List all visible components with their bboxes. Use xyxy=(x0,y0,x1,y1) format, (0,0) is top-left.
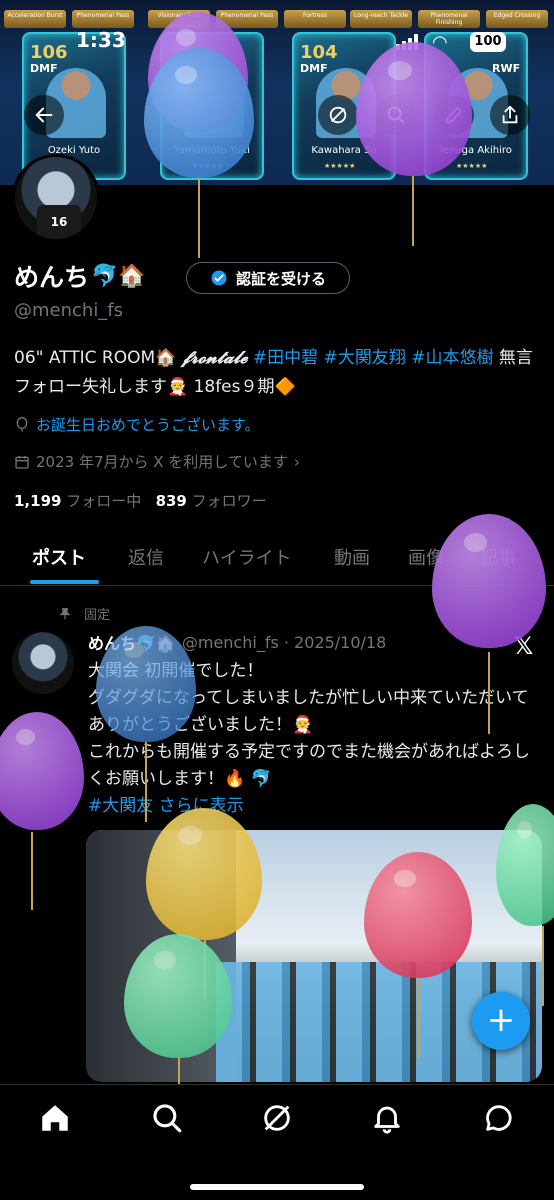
name-emoji: 🐬🏠 xyxy=(91,263,146,289)
pinned-label: 固定 xyxy=(58,604,110,623)
tab-highlights[interactable]: ハイライト xyxy=(202,544,292,570)
calendar-icon xyxy=(15,455,29,469)
balloon xyxy=(146,808,262,940)
card-player-name: Ozeki Yuto xyxy=(47,145,101,156)
balloon xyxy=(496,804,554,926)
messages-icon[interactable] xyxy=(482,1101,516,1135)
followers-count: 839 xyxy=(155,492,187,510)
search-icon[interactable] xyxy=(150,1101,184,1135)
grok-button[interactable] xyxy=(318,95,358,135)
pin-icon xyxy=(59,607,71,619)
balloon xyxy=(0,712,84,830)
balloon-string xyxy=(418,978,420,1058)
profile-bio: 06" ATTIC ROOM🏠 𝓯𝓻𝓸𝓷𝓽𝓪𝓵𝓮 #田中碧 #大関友翔 #山本悠… xyxy=(14,344,544,402)
chevron-right-icon: › xyxy=(293,452,300,471)
compose-button[interactable]: + xyxy=(472,992,530,1050)
bell-icon[interactable] xyxy=(370,1101,404,1135)
balloon-string xyxy=(31,832,33,910)
card-stars: ★★★★★ xyxy=(456,162,488,170)
active-tab-indicator xyxy=(30,580,99,584)
bottom-navigation xyxy=(0,1084,554,1200)
profile-handle: @menchi_fs xyxy=(14,300,124,321)
status-time: 1:33 xyxy=(76,28,126,52)
profile-avatar[interactable]: 16 xyxy=(12,154,100,242)
bio-hashtags[interactable]: #田中碧 #大関友翔 #山本悠樹 xyxy=(253,348,494,368)
post-handle-date: @menchi_fs · 2025/10/18 xyxy=(181,632,387,652)
plus-icon: + xyxy=(486,1000,516,1040)
card-position: DMF xyxy=(30,62,58,75)
back-arrow-icon xyxy=(35,107,53,123)
share-button[interactable] xyxy=(490,95,530,135)
tab-posts[interactable]: ポスト xyxy=(32,544,86,570)
status-bar: 1:33 ◠ 100 xyxy=(0,26,554,60)
avatar-shirt: 16 xyxy=(37,205,81,239)
tab-videos[interactable]: 動画 xyxy=(334,544,370,570)
follow-counts: 1,199 フォロー中 839 フォロワー xyxy=(14,490,267,511)
home-indicator xyxy=(190,1184,364,1190)
followers-link[interactable]: 839 フォロワー xyxy=(156,492,267,510)
balloon-string xyxy=(198,178,200,258)
pinned-text: 固定 xyxy=(84,608,111,623)
get-verified-button[interactable]: 認証を受ける xyxy=(186,262,350,294)
grok-icon[interactable] xyxy=(260,1101,294,1135)
following-count: 1,199 xyxy=(14,492,62,510)
followers-label: フォロワー xyxy=(191,492,267,510)
balloon-string xyxy=(145,742,147,822)
post-footer-line: #大関友 さらに表示 xyxy=(88,793,540,820)
card-position: DMF xyxy=(300,62,328,75)
verified-badge-icon xyxy=(211,270,227,286)
profile-location[interactable]: お誕生日おめでとうございます。 xyxy=(14,414,260,435)
display-name: めんち xyxy=(14,263,90,292)
following-link[interactable]: 1,199 フォロー中 xyxy=(14,492,141,510)
back-button[interactable] xyxy=(24,95,64,135)
get-verified-label: 認証を受ける xyxy=(235,269,326,288)
profile-name-row: めんち 🐬🏠 xyxy=(14,258,146,294)
card-stars: ★★★★★ xyxy=(324,162,356,170)
balloon-string xyxy=(542,926,544,1006)
share-icon xyxy=(502,105,518,124)
grok-icon xyxy=(329,106,347,124)
balloon-string xyxy=(412,176,414,246)
joined-text: 2023 年7月から X を利用しています xyxy=(36,453,288,471)
home-icon[interactable] xyxy=(38,1101,72,1135)
post-line: これからも開催する予定ですのでまた機会があればよろしくお願いします！🔥 🐬 xyxy=(88,742,530,789)
profile-joined-date[interactable]: 2023 年7月から X を利用しています › xyxy=(14,451,300,472)
balloon-icon xyxy=(16,416,28,432)
card-position: RWF xyxy=(492,62,521,75)
following-label: フォロー中 xyxy=(66,492,142,510)
post-hashtag[interactable]: #大関友 xyxy=(88,796,153,816)
bio-prefix: 06" ATTIC ROOM🏠 xyxy=(14,348,182,368)
bio-script-text: 𝓯𝓻𝓸𝓷𝓽𝓪𝓵𝓮 xyxy=(181,348,248,368)
post-avatar[interactable] xyxy=(12,632,74,694)
location-text: お誕生日おめでとうございます。 xyxy=(36,416,260,434)
balloon-string xyxy=(488,652,490,734)
tab-replies[interactable]: 返信 xyxy=(128,544,164,570)
battery-indicator: 100 xyxy=(470,32,506,52)
